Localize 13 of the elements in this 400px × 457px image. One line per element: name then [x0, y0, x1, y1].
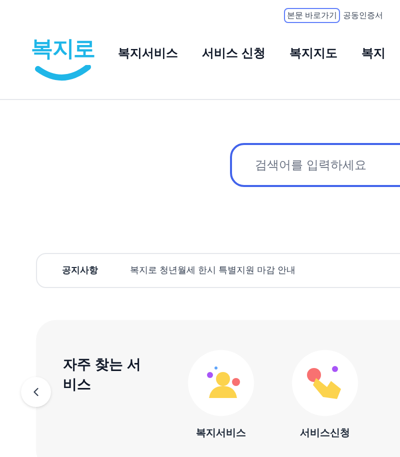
- skip-to-content-link[interactable]: 본문 바로가기: [284, 8, 340, 23]
- section-title: 자주 찾는 서비스: [63, 355, 142, 394]
- nav-link[interactable]: 서비스 신청: [202, 44, 266, 62]
- certificate-link[interactable]: 공동인증서: [343, 9, 384, 22]
- nav-link[interactable]: 복지서비스: [118, 44, 178, 62]
- notice-link[interactable]: 복지로 청년월세 한시 특별지원 마감 안내: [130, 264, 296, 278]
- nav-link[interactable]: 복지지도: [289, 44, 338, 62]
- notice-label: 공지사항: [62, 264, 98, 277]
- search-field[interactable]: 검색어를 입력하세요: [230, 143, 400, 187]
- nav-link[interactable]: 복지: [361, 44, 386, 62]
- service-label: 복지서비스: [196, 427, 246, 441]
- service-label: 서비스신청: [300, 427, 350, 441]
- previous-button[interactable]: [21, 377, 51, 407]
